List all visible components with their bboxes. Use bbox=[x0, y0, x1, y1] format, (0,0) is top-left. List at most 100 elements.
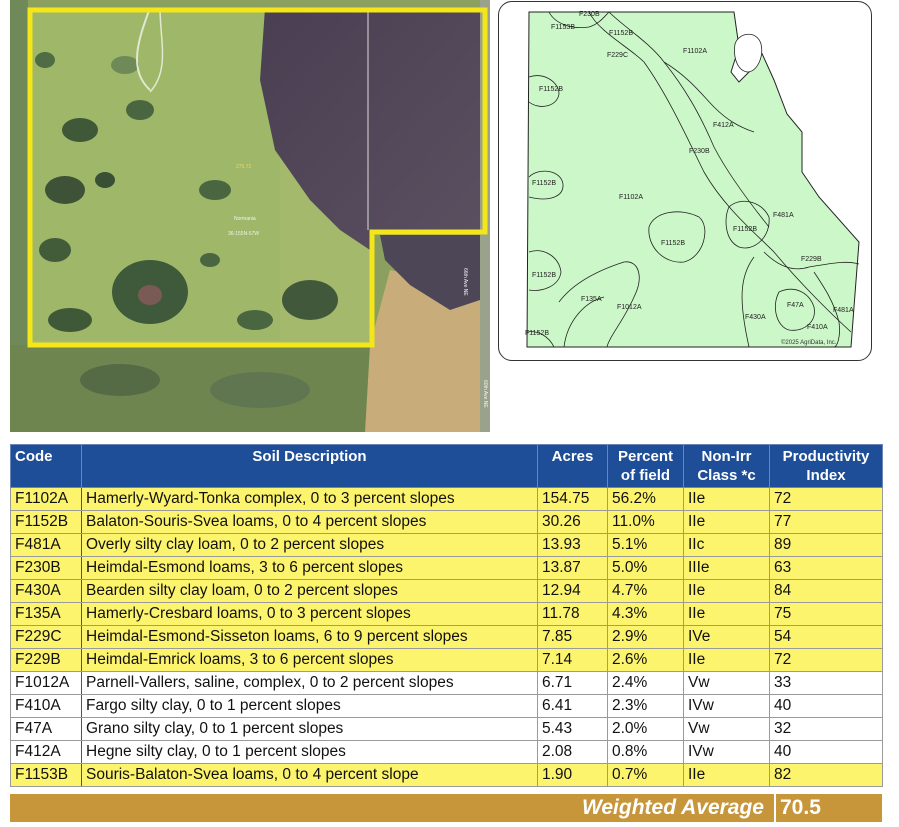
header-productivity: Productivity Index bbox=[769, 444, 883, 488]
cell-class: IIe bbox=[683, 510, 770, 534]
cell-code: F1153B bbox=[10, 763, 82, 787]
soil-map: F230B F1153B F1152B F229C F1102A F1152B … bbox=[498, 1, 872, 361]
acreage-label: 275.72 bbox=[236, 164, 252, 170]
header-class-line1: Non-Irr bbox=[701, 448, 752, 465]
table-row: F47A Grano silty clay, 0 to 1 percent sl… bbox=[10, 717, 883, 741]
soil-label-7: F412A bbox=[713, 122, 734, 129]
cell-class: Vw bbox=[683, 671, 770, 695]
cell-description: Fargo silty clay, 0 to 1 percent slopes bbox=[81, 694, 538, 718]
header-percent-line2: of field bbox=[620, 467, 671, 484]
parcel-label: Normania bbox=[234, 216, 256, 222]
cell-class: IIe bbox=[683, 763, 770, 787]
cell-class: IIe bbox=[683, 579, 770, 603]
soil-label-8: F230B bbox=[689, 148, 710, 155]
cell-pi: 40 bbox=[769, 694, 883, 718]
cell-acres: 154.75 bbox=[537, 487, 608, 511]
cell-acres: 2.08 bbox=[537, 740, 608, 764]
cell-pi: 77 bbox=[769, 510, 883, 534]
header-acres: Acres bbox=[537, 444, 608, 488]
cell-percent: 2.4% bbox=[607, 671, 684, 695]
table-row: F229B Heimdal-Emrick loams, 3 to 6 perce… bbox=[10, 648, 883, 672]
cell-code: F230B bbox=[10, 556, 82, 580]
soil-label-17: F1012A bbox=[617, 304, 642, 311]
cell-pi: 89 bbox=[769, 533, 883, 557]
header-percent: Percent of field bbox=[607, 444, 684, 488]
weighted-average-bar: Weighted Average 70.5 bbox=[10, 794, 882, 822]
cell-code: F412A bbox=[10, 740, 82, 764]
soil-label-16: F135A bbox=[581, 296, 602, 303]
table-row: F1102A Hamerly-Wyard-Tonka complex, 0 to… bbox=[10, 487, 883, 511]
parcel-sublabel: 36-155N-57W bbox=[228, 231, 260, 237]
cell-acres: 7.85 bbox=[537, 625, 608, 649]
header-description: Soil Description bbox=[81, 444, 538, 488]
cell-description: Heimdal-Esmond-Sisseton loams, 6 to 9 pe… bbox=[81, 625, 538, 649]
cell-percent: 4.7% bbox=[607, 579, 684, 603]
cell-pi: 63 bbox=[769, 556, 883, 580]
header-pi-line2: Index bbox=[806, 467, 846, 484]
soil-table: Code Soil Description Acres Percent of f… bbox=[10, 444, 883, 787]
cell-code: F47A bbox=[10, 717, 82, 741]
soil-label-19: F481A bbox=[833, 307, 854, 314]
table-row: F412A Hegne silty clay, 0 to 1 percent s… bbox=[10, 740, 883, 764]
cell-description: Overly silty clay loam, 0 to 2 percent s… bbox=[81, 533, 538, 557]
soil-label-4: F229C bbox=[607, 52, 629, 59]
weighted-average-label: Weighted Average bbox=[581, 796, 764, 819]
cell-class: IIe bbox=[683, 648, 770, 672]
table-header-row: Code Soil Description Acres Percent of f… bbox=[10, 444, 883, 488]
cell-percent: 5.0% bbox=[607, 556, 684, 580]
cell-percent: 5.1% bbox=[607, 533, 684, 557]
weighted-average-divider bbox=[774, 794, 776, 822]
cell-code: F410A bbox=[10, 694, 82, 718]
cell-code: F1012A bbox=[10, 671, 82, 695]
cell-pi: 72 bbox=[769, 648, 883, 672]
header-pi-line1: Productivity bbox=[782, 448, 870, 465]
table-row: F230B Heimdal-Esmond loams, 3 to 6 perce… bbox=[10, 556, 883, 580]
cell-acres: 11.78 bbox=[537, 602, 608, 626]
cell-percent: 0.7% bbox=[607, 763, 684, 787]
cell-pi: 40 bbox=[769, 740, 883, 764]
soil-label-21: F410A bbox=[807, 324, 828, 331]
header-code: Code bbox=[10, 444, 82, 488]
map-copyright: ©2025 AgriData, Inc. bbox=[781, 340, 837, 346]
soil-label-22: F1152B bbox=[525, 330, 549, 337]
cell-class: Vw bbox=[683, 717, 770, 741]
cell-code: F229C bbox=[10, 625, 82, 649]
cell-code: F229B bbox=[10, 648, 82, 672]
cell-percent: 2.6% bbox=[607, 648, 684, 672]
weighted-average-value: 70.5 bbox=[780, 796, 821, 819]
cell-description: Hegne silty clay, 0 to 1 percent slopes bbox=[81, 740, 538, 764]
cell-percent: 56.2% bbox=[607, 487, 684, 511]
cell-pi: 82 bbox=[769, 763, 883, 787]
table-row: F1153B Souris-Balaton-Svea loams, 0 to 4… bbox=[10, 763, 883, 787]
cell-description: Hamerly-Wyard-Tonka complex, 0 to 3 perc… bbox=[81, 487, 538, 511]
cell-percent: 2.3% bbox=[607, 694, 684, 718]
soil-label-10: F1102A bbox=[619, 194, 643, 201]
cell-percent: 2.9% bbox=[607, 625, 684, 649]
cell-description: Souris-Balaton-Svea loams, 0 to 4 percen… bbox=[81, 763, 538, 787]
soil-label-6: F1152B bbox=[539, 86, 563, 93]
aerial-photo: Normania 36-155N-57W 275.72 66th Ave NE … bbox=[10, 0, 490, 432]
soil-label-5: F1102A bbox=[683, 48, 707, 55]
header-class: Non-Irr Class *c bbox=[683, 444, 770, 488]
cell-class: IVe bbox=[683, 625, 770, 649]
table-row: F1152B Balaton-Souris-Svea loams, 0 to 4… bbox=[10, 510, 883, 534]
cell-code: F430A bbox=[10, 579, 82, 603]
cell-pi: 84 bbox=[769, 579, 883, 603]
cell-percent: 11.0% bbox=[607, 510, 684, 534]
soil-label-20: F430A bbox=[745, 314, 766, 321]
soil-label-1: F230B bbox=[579, 11, 600, 18]
cell-class: IIc bbox=[683, 533, 770, 557]
cell-acres: 12.94 bbox=[537, 579, 608, 603]
soil-label-18: F47A bbox=[787, 302, 804, 309]
soil-label-14: F229B bbox=[801, 256, 822, 263]
cell-pi: 33 bbox=[769, 671, 883, 695]
cell-class: IIe bbox=[683, 602, 770, 626]
cell-acres: 13.87 bbox=[537, 556, 608, 580]
table-row: F229C Heimdal-Esmond-Sisseton loams, 6 t… bbox=[10, 625, 883, 649]
cell-code: F135A bbox=[10, 602, 82, 626]
cell-acres: 1.90 bbox=[537, 763, 608, 787]
soil-label-13: F1152B bbox=[661, 240, 685, 247]
cell-percent: 0.8% bbox=[607, 740, 684, 764]
cell-description: Grano silty clay, 0 to 1 percent slopes bbox=[81, 717, 538, 741]
soil-label-12: F1152B bbox=[733, 226, 757, 233]
